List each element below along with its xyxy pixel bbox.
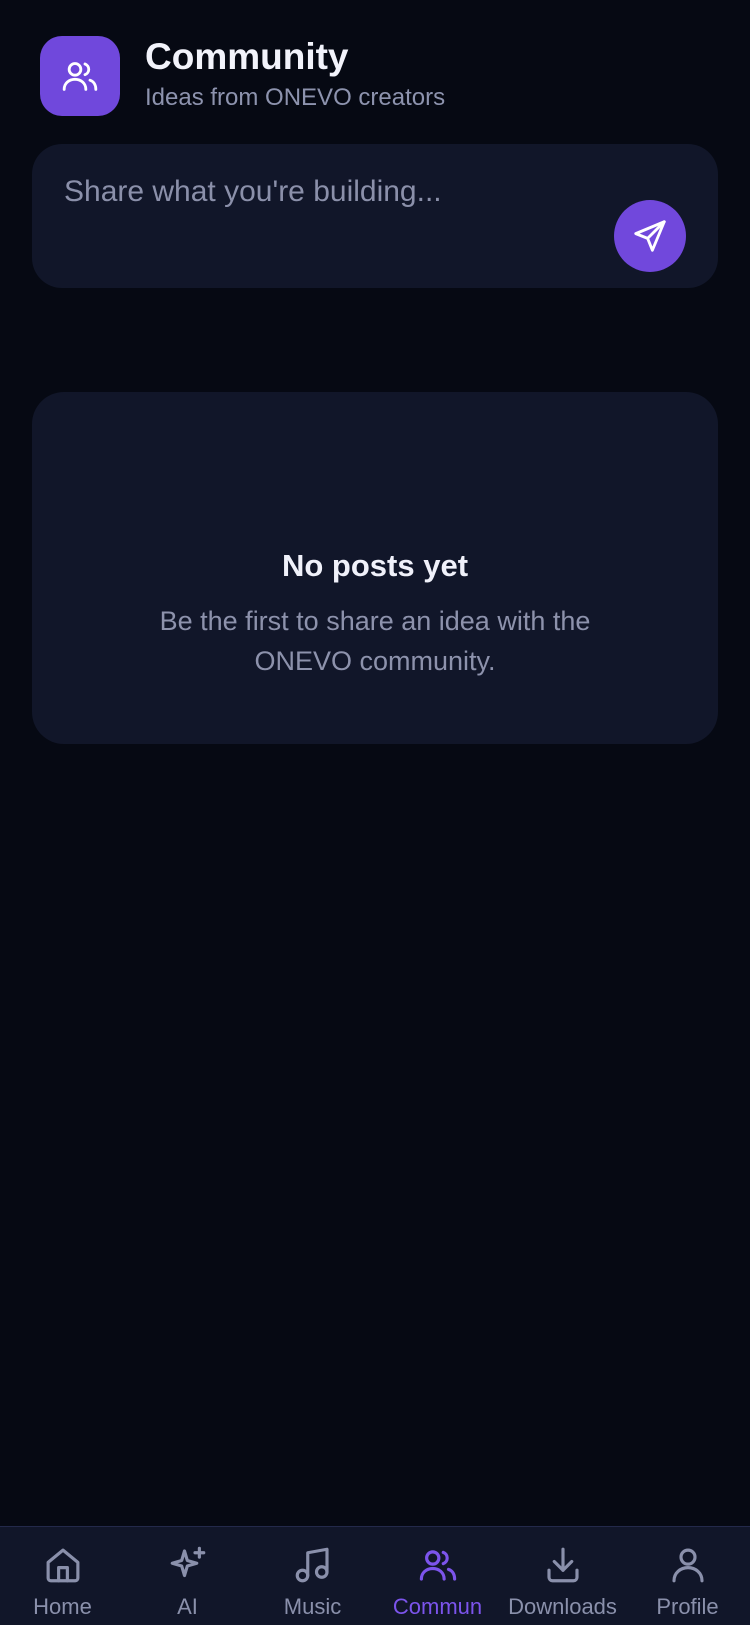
sparkles-icon bbox=[167, 1544, 209, 1586]
page-header: Community Ideas from ONEVO creators bbox=[40, 36, 445, 116]
empty-state-card: No posts yet Be the first to share an id… bbox=[32, 392, 718, 744]
download-icon bbox=[542, 1544, 584, 1586]
nav-label-music: Music bbox=[283, 1594, 342, 1619]
nav-item-community[interactable]: Commun bbox=[375, 1527, 500, 1625]
home-icon bbox=[42, 1544, 84, 1586]
post-input[interactable] bbox=[64, 172, 604, 212]
post-composer bbox=[32, 144, 718, 288]
users-icon bbox=[40, 36, 120, 116]
nav-label-profile: Profile bbox=[656, 1594, 719, 1619]
nav-item-profile[interactable]: Profile bbox=[625, 1527, 750, 1625]
nav-item-home[interactable]: Home bbox=[0, 1527, 125, 1625]
music-icon bbox=[292, 1544, 334, 1586]
nav-label-downloads: Downloads bbox=[508, 1594, 617, 1619]
page-subtitle: Ideas from ONEVO creators bbox=[145, 84, 446, 111]
empty-state-title: No posts yet bbox=[281, 548, 469, 583]
nav-label-ai: AI bbox=[177, 1594, 198, 1619]
send-button[interactable] bbox=[614, 200, 686, 272]
nav-item-ai[interactable]: AI bbox=[125, 1527, 250, 1625]
nav-item-music[interactable]: Music bbox=[250, 1527, 375, 1625]
empty-state-description: Be the first to share an idea with the O… bbox=[159, 606, 591, 676]
page-title: Community bbox=[145, 36, 349, 77]
users-icon bbox=[417, 1544, 459, 1586]
nav-item-downloads[interactable]: Downloads bbox=[500, 1527, 625, 1625]
nav-label-community: Commun bbox=[392, 1594, 483, 1619]
bottom-navigation: Home AI Music Commun Downloads Profile bbox=[0, 1526, 750, 1625]
user-icon bbox=[667, 1544, 709, 1586]
nav-label-home: Home bbox=[33, 1594, 92, 1619]
send-icon bbox=[634, 220, 666, 252]
